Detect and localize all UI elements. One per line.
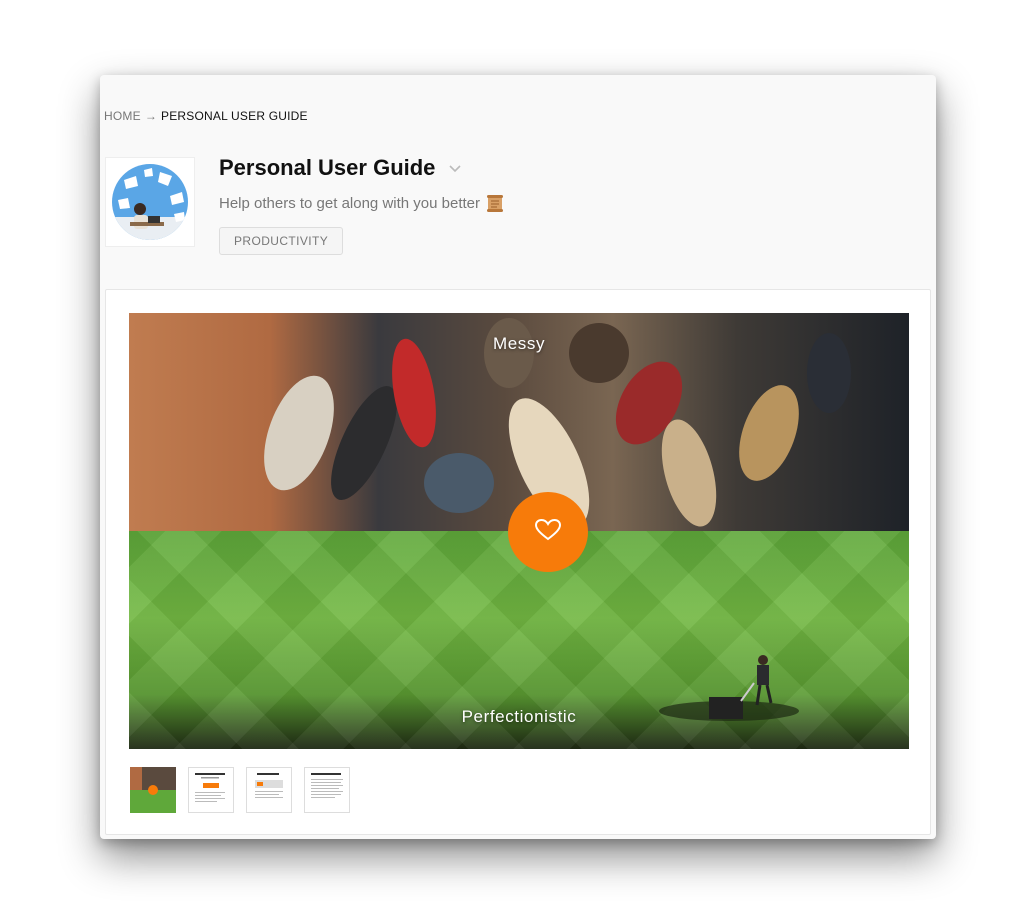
- heart-icon: [534, 518, 562, 547]
- thumbnail-strip: [130, 767, 350, 813]
- thumbnail-3[interactable]: [246, 767, 292, 813]
- slide-image: Messy Perfectionistic: [129, 313, 909, 749]
- guide-avatar: [105, 157, 195, 247]
- scroll-icon: [485, 193, 505, 213]
- thumbnail-4[interactable]: [304, 767, 350, 813]
- slide-top-label: Messy: [492, 334, 546, 353]
- breadcrumb-separator: →: [144, 109, 158, 123]
- breadcrumb-home-link[interactable]: HOME: [104, 109, 141, 123]
- like-button[interactable]: [508, 492, 588, 572]
- chevron-down-icon[interactable]: [447, 160, 463, 176]
- title-row: Personal User Guide: [219, 155, 463, 181]
- slide-bottom-label: Perfectionistic: [461, 707, 577, 726]
- preview-card: Messy Perfectionistic: [105, 289, 931, 835]
- breadcrumb-current: PERSONAL USER GUIDE: [161, 109, 308, 123]
- breadcrumb: HOME → PERSONAL USER GUIDE: [104, 109, 308, 123]
- guide-window: HOME → PERSONAL USER GUIDE Personal User…: [100, 75, 936, 839]
- thumbnail-1[interactable]: [130, 767, 176, 813]
- thumbnail-2[interactable]: [188, 767, 234, 813]
- category-tag[interactable]: PRODUCTIVITY: [219, 227, 344, 255]
- page-title: Personal User Guide: [219, 155, 436, 180]
- subtitle-text: Help others to get along with you better: [219, 194, 480, 212]
- page-subtitle: Help others to get along with you better: [219, 193, 505, 213]
